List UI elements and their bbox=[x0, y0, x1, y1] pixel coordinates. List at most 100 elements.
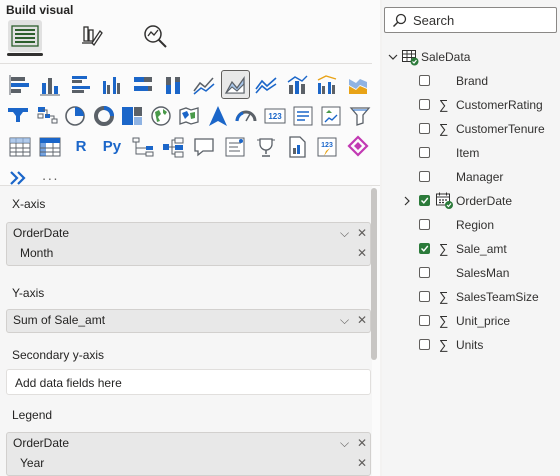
map-button[interactable] bbox=[148, 102, 173, 129]
field-checkbox[interactable] bbox=[419, 291, 430, 302]
key-influencers-icon bbox=[132, 137, 154, 156]
table-node[interactable]: SaleData bbox=[382, 47, 560, 67]
kpi-button[interactable] bbox=[319, 102, 344, 129]
paginated-report-button[interactable] bbox=[283, 133, 310, 160]
goals-button[interactable] bbox=[252, 133, 279, 160]
scatter-chart-icon bbox=[37, 106, 58, 123]
chevron-right-icon[interactable] bbox=[402, 196, 412, 206]
field-checkbox[interactable] bbox=[419, 243, 430, 254]
field-row[interactable]: ∑ Unit_price bbox=[382, 311, 560, 331]
field-checkbox[interactable] bbox=[419, 99, 430, 110]
close-icon[interactable]: ✕ bbox=[357, 223, 367, 243]
pie-chart-button[interactable] bbox=[63, 102, 88, 129]
key-influencers-button[interactable] bbox=[129, 133, 156, 160]
multi-row-card-button[interactable] bbox=[291, 102, 316, 129]
field-row[interactable]: OrderDate bbox=[382, 191, 560, 211]
field-row[interactable]: ∑ Sale_amt bbox=[382, 239, 560, 259]
field-row[interactable]: Brand bbox=[382, 71, 560, 91]
format-visual-tab[interactable] bbox=[74, 20, 108, 52]
smart-narrative-button[interactable] bbox=[222, 133, 249, 160]
decomposition-tree-button[interactable] bbox=[160, 133, 187, 160]
field-row[interactable]: Region bbox=[382, 215, 560, 235]
line-and-clustered-column-chart-button[interactable] bbox=[314, 71, 341, 98]
field-name: SalesTeamSize bbox=[456, 290, 539, 304]
search-input[interactable]: Search bbox=[384, 7, 557, 33]
paginated-report-icon bbox=[289, 135, 306, 158]
visual-row bbox=[6, 70, 376, 100]
secondary-y-axis-drop-zone[interactable]: Add data fields here bbox=[6, 369, 371, 395]
y-axis-field[interactable]: Sum of Sale_amt ⌵ ✕ bbox=[7, 310, 370, 330]
matrix-icon bbox=[39, 137, 61, 156]
chevron-down-icon[interactable]: ⌵ bbox=[340, 223, 349, 243]
stacked-bar-chart-button[interactable] bbox=[6, 71, 33, 98]
qna-button[interactable] bbox=[191, 133, 218, 160]
scrollbar[interactable] bbox=[371, 188, 377, 360]
legend-field[interactable]: OrderDate ⌵ ✕ bbox=[7, 433, 370, 453]
field-row[interactable]: Manager bbox=[382, 167, 560, 187]
100-stacked-bar-chart-button[interactable] bbox=[129, 71, 156, 98]
field-checkbox[interactable] bbox=[419, 75, 430, 86]
chevron-down-icon[interactable]: ⌵ bbox=[340, 310, 349, 330]
line-chart-button[interactable] bbox=[191, 71, 218, 98]
analytics-tab[interactable] bbox=[138, 20, 172, 52]
area-chart-button[interactable] bbox=[220, 70, 250, 99]
matrix-button[interactable] bbox=[37, 133, 64, 160]
field-checkbox[interactable] bbox=[419, 123, 430, 134]
donut-chart-button[interactable] bbox=[91, 102, 116, 129]
close-icon[interactable]: ✕ bbox=[357, 310, 367, 330]
filled-map-icon bbox=[179, 106, 199, 125]
chevron-down-icon[interactable] bbox=[388, 52, 398, 62]
treemap-button[interactable] bbox=[120, 102, 145, 129]
y-axis-well[interactable]: Sum of Sale_amt ⌵ ✕ bbox=[6, 309, 371, 333]
power-apps-button[interactable]: 123 bbox=[314, 133, 341, 160]
field-checkbox[interactable] bbox=[419, 219, 430, 230]
clustered-bar-chart-button[interactable] bbox=[68, 71, 95, 98]
field-checkbox[interactable] bbox=[419, 195, 430, 206]
ribbon-chart-button[interactable] bbox=[345, 71, 372, 98]
scatter-chart-button[interactable] bbox=[34, 102, 59, 129]
field-row[interactable]: ∑ CustomerTenure bbox=[382, 119, 560, 139]
table-button[interactable] bbox=[6, 133, 33, 160]
card-button[interactable]: 123 bbox=[262, 102, 287, 129]
stacked-area-chart-button[interactable] bbox=[252, 71, 279, 98]
decomposition-tree-icon bbox=[163, 137, 184, 157]
x-axis-label: X-axis bbox=[12, 197, 46, 211]
x-axis-well[interactable]: OrderDate ⌵ ✕ Month ✕ bbox=[6, 222, 371, 266]
secondary-y-axis-label: Secondary y-axis bbox=[12, 348, 105, 362]
field-row[interactable]: ∑ Units bbox=[382, 335, 560, 355]
field-checkbox[interactable] bbox=[419, 315, 430, 326]
search-placeholder: Search bbox=[413, 13, 455, 28]
stacked-column-chart-button[interactable] bbox=[37, 71, 64, 98]
waterfall-chart-button[interactable] bbox=[6, 102, 31, 129]
field-row[interactable]: Item bbox=[382, 143, 560, 163]
close-icon[interactable]: ✕ bbox=[357, 433, 367, 453]
field-row[interactable]: ∑ CustomerRating bbox=[382, 95, 560, 115]
x-axis-subfield[interactable]: Month ✕ bbox=[7, 243, 370, 263]
field-row[interactable]: ∑ SalesTeamSize bbox=[382, 287, 560, 307]
close-icon[interactable]: ✕ bbox=[357, 243, 367, 263]
gauge-button[interactable] bbox=[234, 102, 259, 129]
filled-map-button[interactable] bbox=[177, 102, 202, 129]
azure-map-button[interactable] bbox=[205, 102, 230, 129]
slicer-button[interactable] bbox=[348, 102, 373, 129]
build-visual-pane: Build visual 123 R Py 123 ··· X-axis Ord… bbox=[0, 0, 380, 476]
legend-subfield[interactable]: Year ✕ bbox=[7, 453, 370, 473]
100-stacked-column-chart-button[interactable] bbox=[160, 71, 187, 98]
field-checkbox[interactable] bbox=[419, 267, 430, 278]
line-and-stacked-column-chart-button[interactable] bbox=[283, 71, 310, 98]
power-automate-button[interactable] bbox=[345, 133, 372, 160]
python-visual-button[interactable]: Py bbox=[98, 133, 125, 160]
field-row[interactable]: SalesMan bbox=[382, 263, 560, 283]
r-visual-button[interactable]: R bbox=[68, 133, 95, 160]
x-axis-field[interactable]: OrderDate ⌵ ✕ bbox=[7, 223, 370, 243]
build-visual-icon bbox=[11, 25, 39, 47]
legend-well[interactable]: OrderDate ⌵ ✕ Year ✕ bbox=[6, 432, 371, 476]
field-checkbox[interactable] bbox=[419, 147, 430, 158]
build-visual-tab[interactable] bbox=[8, 20, 42, 52]
line-and-stacked-column-chart-icon bbox=[287, 75, 308, 94]
clustered-column-chart-button[interactable] bbox=[98, 71, 125, 98]
chevron-down-icon[interactable]: ⌵ bbox=[340, 433, 349, 453]
field-checkbox[interactable] bbox=[419, 339, 430, 350]
field-checkbox[interactable] bbox=[419, 171, 430, 182]
close-icon[interactable]: ✕ bbox=[357, 453, 367, 473]
